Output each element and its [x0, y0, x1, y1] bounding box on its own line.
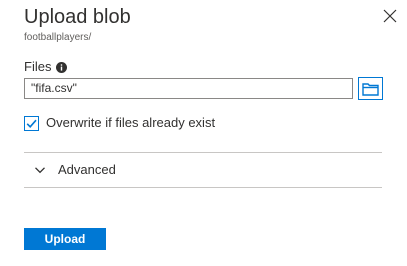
close-icon	[383, 9, 397, 23]
panel-title: Upload blob	[24, 6, 131, 28]
browse-files-button[interactable]	[358, 77, 383, 100]
upload-button[interactable]: Upload	[24, 228, 106, 250]
folder-icon	[362, 82, 379, 96]
files-label: Files	[24, 59, 68, 75]
files-label-text: Files	[24, 59, 52, 74]
checkmark-icon	[26, 119, 37, 128]
overwrite-option[interactable]: Overwrite if files already exist	[24, 115, 215, 131]
divider	[24, 187, 382, 188]
close-button[interactable]	[380, 6, 400, 26]
info-icon[interactable]	[56, 61, 68, 73]
overwrite-label: Overwrite if files already exist	[46, 115, 216, 130]
advanced-label: Advanced	[58, 162, 116, 177]
overwrite-checkbox[interactable]	[24, 115, 39, 131]
advanced-section-toggle[interactable]: Advanced	[24, 153, 382, 187]
container-path: footballplayers/	[24, 32, 92, 43]
upload-blob-panel: Upload blob footballplayers/ Files "fifa…	[0, 0, 407, 266]
chevron-down-icon	[35, 167, 45, 174]
files-input[interactable]: "fifa.csv"	[24, 78, 353, 99]
